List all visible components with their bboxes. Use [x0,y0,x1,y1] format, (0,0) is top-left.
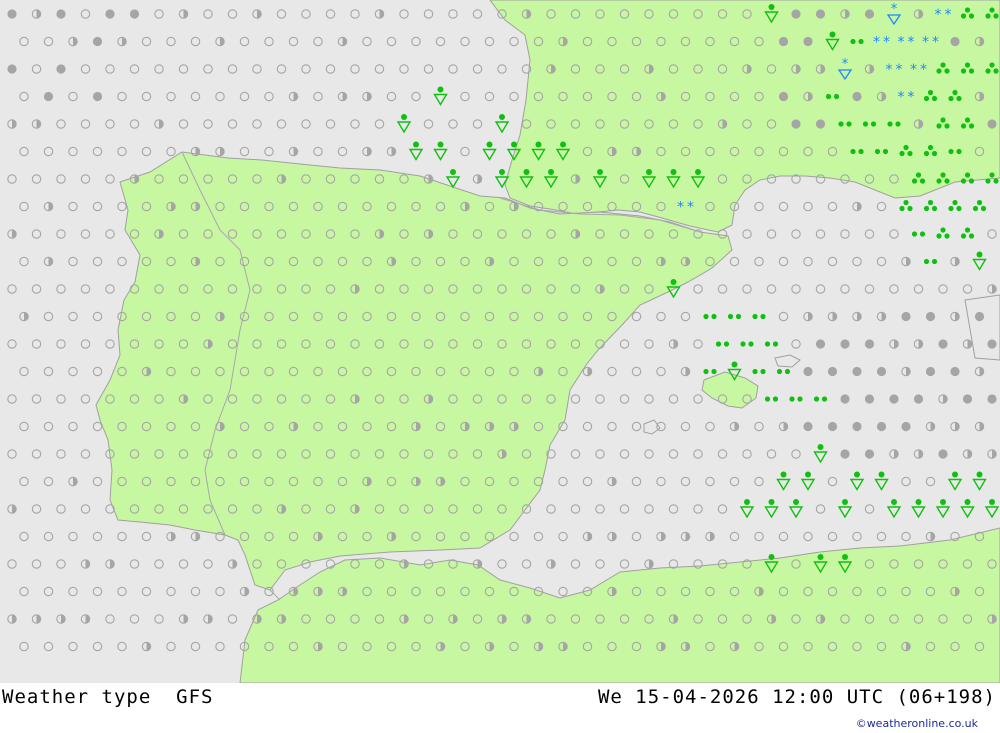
cloudy-icon [889,394,899,404]
svg-text:*: * [932,35,939,51]
cloudy-icon [974,311,985,322]
svg-text:*: * [908,90,915,106]
cloudy-icon [950,36,960,47]
cloudy-icon [852,366,862,377]
cloudy-icon [803,36,813,47]
cloudy-icon [864,449,875,459]
svg-text:*: * [935,7,942,23]
svg-text:*: * [896,62,903,78]
cloudy-icon [827,421,838,432]
svg-text:*: * [677,200,684,216]
svg-text:*: * [883,35,890,51]
credit-link[interactable]: ©weatheronline.co.uk [856,717,978,730]
cloudy-icon [803,366,813,377]
cloudy-icon [950,366,960,377]
cloudy-icon [925,366,936,377]
cloudy-icon [876,421,887,432]
weather-map: * * * * * * * * * * * * * * * * * * [0,0,1000,683]
cloudy-icon [913,394,924,404]
cloudy-icon [778,91,789,102]
cloudy-icon [791,119,801,129]
cloudy-icon [840,394,850,404]
map-title: Weather type GFS [2,686,214,708]
cloudy-icon [815,119,826,129]
cloudy-icon [105,9,115,19]
cloudy-icon [778,36,789,47]
cloudy-icon [92,91,103,102]
cloudy-icon [840,449,850,459]
svg-text:*: * [898,90,905,106]
cloudy-icon [43,91,54,102]
svg-text:*: * [910,62,917,78]
cloudy-icon [840,339,850,349]
svg-text:*: * [922,35,929,51]
svg-text:*: * [898,35,905,51]
map-canvas: * * ** * * * * ** * * * ** ** * [0,0,1000,683]
footer-bar: Weather type GFS We 15-04-2026 12:00 UTC… [0,683,1000,733]
cloudy-icon [962,394,973,404]
cloudy-icon [815,339,826,349]
svg-text:*: * [886,62,893,78]
svg-text:*: * [687,200,694,216]
svg-text:*: * [908,35,915,51]
svg-text:*: * [920,62,927,78]
cloudy-icon [852,421,862,432]
cloudy-icon [987,394,997,404]
cloudy-icon [803,421,813,432]
model-name: GFS [176,686,214,708]
cloudy-icon [987,339,997,349]
cloudy-icon [864,9,875,19]
title-text: Weather type [2,686,152,708]
cloudy-icon [791,9,801,19]
cloudy-icon [56,64,66,74]
cloudy-icon [876,366,887,377]
cloudy-icon [901,311,911,322]
cloudy-icon [852,91,862,102]
cloudy-icon [7,64,17,74]
cloudy-icon [7,9,17,19]
cloudy-icon [864,339,875,349]
forecast-datetime: We 15-04-2026 12:00 UTC (06+198) [597,686,996,708]
cloudy-icon [987,119,997,129]
cloudy-icon [864,394,875,404]
cloudy-icon [925,311,936,322]
cloudy-icon [129,9,140,19]
cloudy-icon [938,449,948,459]
cloudy-icon [815,9,826,19]
cloudy-icon [56,9,66,19]
cloudy-icon [938,339,948,349]
cloudy-icon [92,36,103,47]
cloudy-icon [827,366,838,377]
svg-text:*: * [945,7,952,23]
svg-text:*: * [873,35,880,51]
cloudy-icon [901,421,911,432]
